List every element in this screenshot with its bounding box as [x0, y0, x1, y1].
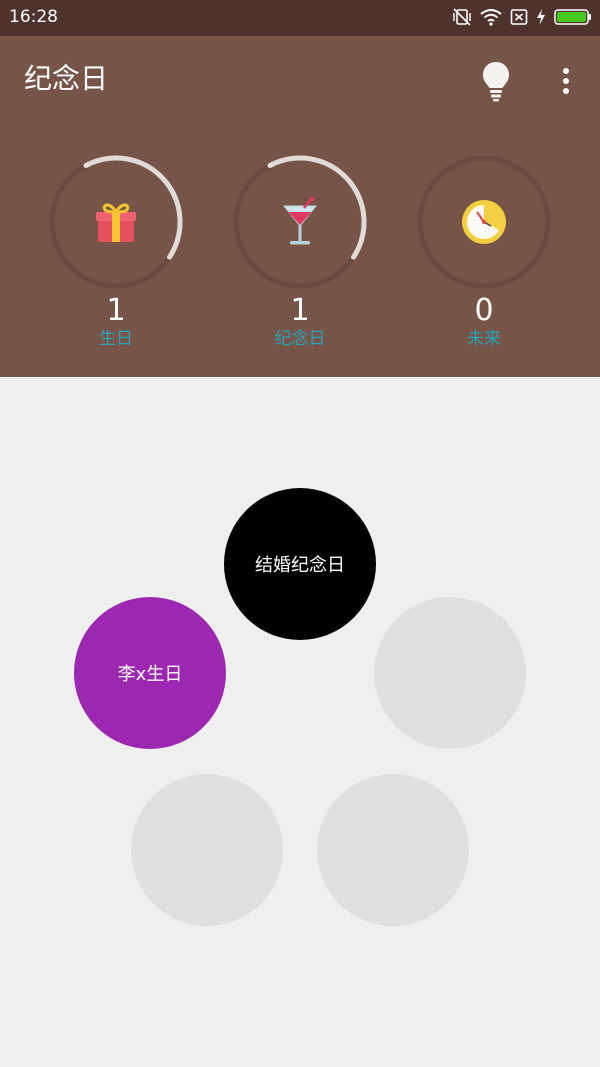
birthday-count: 1	[106, 293, 126, 328]
future-count: 0	[474, 293, 494, 328]
vibrate-off-icon	[452, 7, 472, 27]
battery-icon	[554, 8, 592, 26]
stat-birthday[interactable]: 1 生日	[46, 152, 186, 377]
lightbulb-icon	[483, 62, 509, 102]
status-time: 16:28	[9, 7, 58, 27]
anniversary-count: 1	[290, 293, 310, 328]
more-vert-icon	[563, 68, 569, 94]
empty-event-bubble[interactable]	[374, 597, 526, 749]
empty-event-bubble[interactable]	[131, 774, 283, 926]
gift-icon	[86, 192, 146, 252]
status-bar: 16:28	[0, 0, 600, 36]
sim-off-icon	[510, 8, 528, 26]
lightbulb-button[interactable]	[476, 58, 516, 104]
status-icons	[452, 5, 592, 29]
event-bubble-label: 结婚纪念日	[255, 555, 345, 576]
more-options-button[interactable]	[548, 60, 584, 102]
wifi-icon	[480, 8, 502, 26]
stat-future[interactable]: 0 未来	[414, 152, 554, 377]
cocktail-icon	[270, 192, 330, 252]
birthday-label: 生日	[99, 329, 133, 349]
charging-icon	[536, 8, 546, 26]
stat-anniversary[interactable]: 1 纪念日	[230, 152, 370, 377]
empty-event-bubble[interactable]	[317, 774, 469, 926]
future-label: 未来	[467, 329, 501, 349]
battery-fill	[557, 12, 586, 22]
anniversary-label: 纪念日	[274, 329, 326, 349]
app-header: 纪念日 1 生日 1 纪念日 0 未来	[0, 36, 600, 377]
event-bubble-wedding-anniversary[interactable]: 结婚纪念日	[224, 488, 376, 640]
event-bubble-label: 李x生日	[117, 664, 183, 685]
page-title: 纪念日	[24, 62, 109, 95]
clock-icon	[454, 192, 514, 252]
event-bubble-birthday[interactable]: 李x生日	[74, 597, 226, 749]
